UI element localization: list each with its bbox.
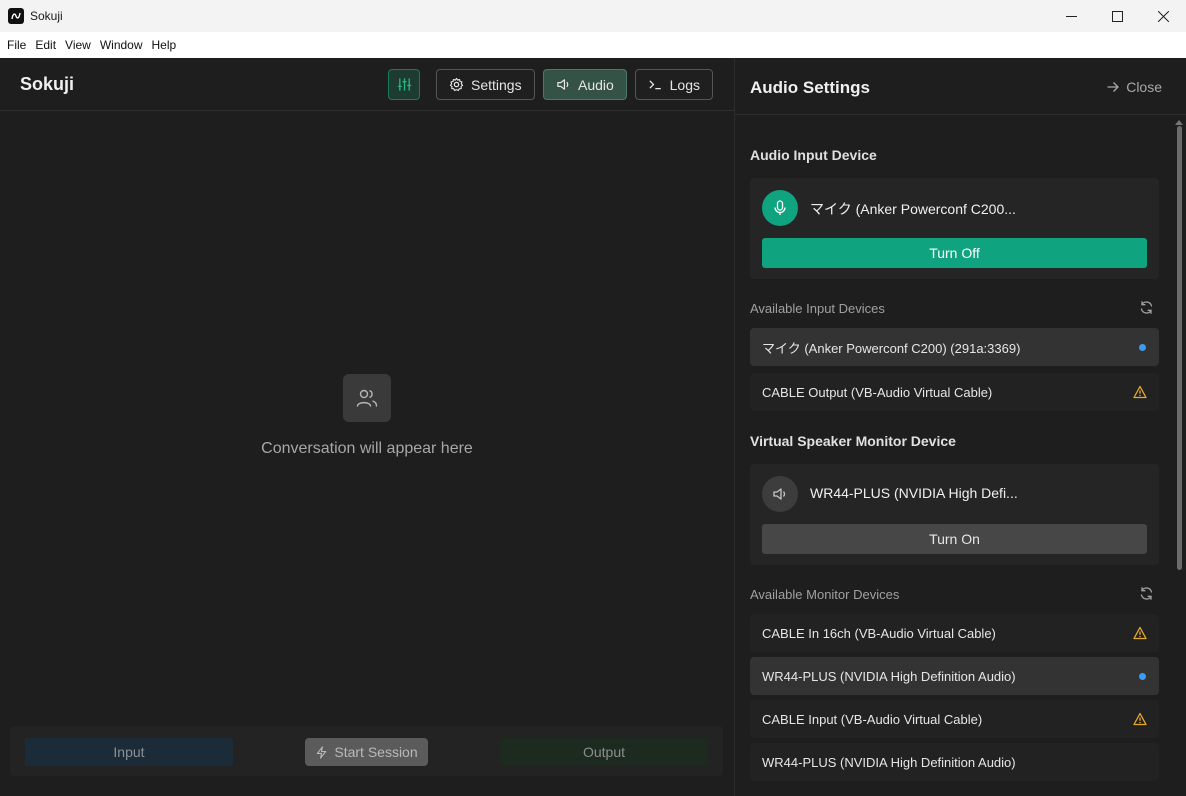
terminal-icon [649,80,661,90]
window-titlebar: Sokuji [0,0,1186,32]
users-icon [343,374,391,422]
logs-label: Logs [669,76,700,93]
sliders-icon [397,78,411,91]
audio-input-device-title: Audio Input Device [750,147,877,163]
output-button[interactable]: Output [500,738,708,766]
warning-icon [1133,712,1147,726]
close-window-button[interactable] [1140,0,1186,32]
turn-on-monitor-button[interactable]: Turn On [762,524,1147,554]
input-button[interactable]: Input [25,738,233,766]
close-icon [1157,10,1169,22]
menu-file[interactable]: File [3,38,30,52]
monitor-device-item[interactable]: CABLE In 16ch (VB-Audio Virtual Cable) [750,614,1159,652]
monitor-device-card: WR44-PLUS (NVIDIA High Defi... Turn On [750,464,1159,565]
panel-scrollbar[interactable] [1175,120,1183,790]
minimize-icon [1065,15,1077,17]
monitor-device-item-label: CABLE Input (VB-Audio Virtual Cable) [762,711,983,727]
main-header: Sokuji Settings Audio Logs [0,58,734,111]
microphone-icon [762,190,798,226]
input-device-card: マイク (Anker Powerconf C200... Turn Off [750,178,1159,279]
input-device-item-label: マイク (Anker Powerconf C200) (291a:3369) [762,340,1021,356]
empty-state-text: Conversation will appear here [261,440,473,457]
selected-dot-icon [1139,673,1146,680]
menu-edit[interactable]: Edit [31,38,60,52]
available-monitor-devices-title: Available Monitor Devices [750,587,900,602]
monitor-device-name: WR44-PLUS (NVIDIA High Defi... [810,485,1018,501]
available-input-devices-title: Available Input Devices [750,301,885,316]
arrow-right-icon [1107,82,1120,92]
monitor-device-title: Virtual Speaker Monitor Device [750,433,956,449]
mixer-button[interactable] [388,69,420,100]
app-logo-icon [8,8,24,24]
speaker-icon [762,476,798,512]
close-panel-button[interactable]: Close [1106,79,1162,95]
brand-title: Sokuji [20,74,75,94]
close-label: Close [1126,79,1162,95]
audio-button[interactable]: Audio [543,69,627,100]
window-title: Sokuji [30,9,63,23]
maximize-icon [1111,10,1123,22]
input-device-name: マイク (Anker Powerconf C200... [810,201,1016,217]
monitor-device-item[interactable]: CABLE Input (VB-Audio Virtual Cable) [750,700,1159,738]
input-device-item-label: CABLE Output (VB-Audio Virtual Cable) [762,384,993,400]
monitor-device-item-label: CABLE In 16ch (VB-Audio Virtual Cable) [762,625,996,641]
start-session-button[interactable]: Start Session [305,738,428,766]
session-bar: Input Start Session Output [10,726,723,776]
monitor-device-item[interactable]: WR44-PLUS (NVIDIA High Definition Audio) [750,743,1159,781]
scroll-up-icon[interactable] [1175,120,1183,125]
settings-label: Settings [471,76,522,93]
main-area: Sokuji Settings Audio Logs Conversation … [0,58,734,796]
turn-off-input-button[interactable]: Turn Off [762,238,1147,268]
gear-icon [449,77,464,92]
lightning-icon [317,745,327,759]
settings-button[interactable]: Settings [436,69,535,100]
warning-icon [1133,385,1147,399]
start-session-label: Start Session [334,744,418,760]
selected-dot-icon [1139,344,1146,351]
panel-header: Audio Settings Close [735,58,1186,115]
input-device-item[interactable]: CABLE Output (VB-Audio Virtual Cable) [750,373,1159,411]
conversation-empty-state: Conversation will appear here [0,374,734,458]
monitor-device-item-label: WR44-PLUS (NVIDIA High Definition Audio) [762,754,1016,770]
menu-help[interactable]: Help [148,38,181,52]
warning-icon [1133,626,1147,640]
monitor-device-item[interactable]: WR44-PLUS (NVIDIA High Definition Audio) [750,657,1159,695]
speaker-icon [557,79,569,90]
menu-window[interactable]: Window [96,38,147,52]
menubar: File Edit View Window Help [0,32,1186,58]
audio-settings-panel: Audio Settings Close Audio Input Device … [734,58,1186,796]
menu-view[interactable]: View [61,38,95,52]
logs-button[interactable]: Logs [635,69,713,100]
scroll-thumb[interactable] [1177,126,1182,570]
monitor-device-item-label: WR44-PLUS (NVIDIA High Definition Audio) [762,668,1016,684]
maximize-button[interactable] [1094,0,1140,32]
audio-label: Audio [578,76,614,93]
minimize-button[interactable] [1048,0,1094,32]
panel-title: Audio Settings [750,78,870,97]
refresh-inputs-icon[interactable] [1139,300,1154,315]
refresh-monitors-icon[interactable] [1139,586,1154,601]
input-device-item[interactable]: マイク (Anker Powerconf C200) (291a:3369) [750,328,1159,366]
